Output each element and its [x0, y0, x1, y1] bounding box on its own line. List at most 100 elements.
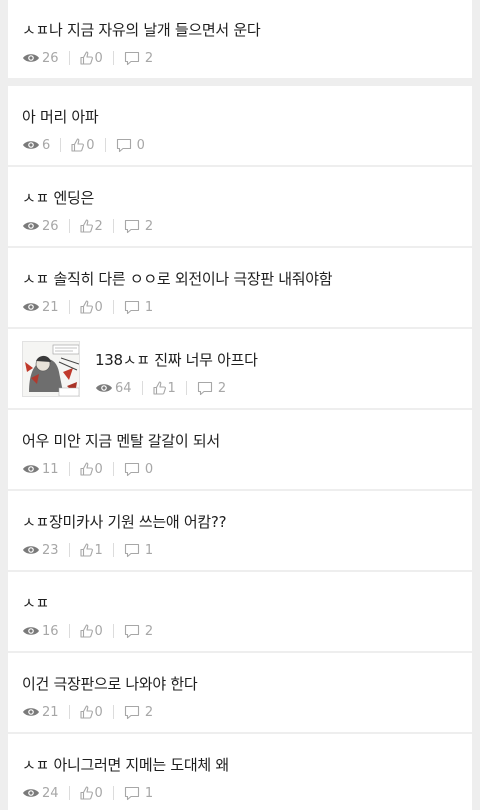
- post-stats: 11 0 0: [22, 460, 153, 478]
- comment-count-value: 2: [144, 704, 154, 720]
- post-title[interactable]: 138ㅅㅍ 진짜 너무 아프다: [95, 349, 258, 370]
- comment-count[interactable]: 1: [124, 543, 153, 558]
- like-count[interactable]: 0: [71, 138, 95, 153]
- view-count: 23: [22, 543, 59, 558]
- thumbs-up-icon: [79, 624, 93, 638]
- post-thumbnail-image[interactable]: [22, 341, 80, 397]
- stat-divider: [68, 462, 70, 476]
- post-item[interactable]: 아 머리 아파 6 0 0: [8, 86, 472, 165]
- stat-divider: [141, 381, 143, 395]
- like-count[interactable]: 2: [79, 218, 103, 234]
- stat-divider: [68, 705, 70, 719]
- comment-count[interactable]: 2: [124, 624, 153, 639]
- post-item[interactable]: ㅅㅍ나 지금 자유의 날개 들으면서 운다 26 0 2: [8, 0, 472, 78]
- stat-divider: [112, 462, 114, 476]
- view-count: 21: [22, 300, 59, 315]
- view-count-value: 21: [42, 299, 59, 315]
- view-count-value: 64: [115, 380, 132, 396]
- post-title[interactable]: 어우 미안 지금 멘탈 갈갈이 되서: [22, 430, 220, 451]
- post-stats: 26 2 2: [22, 217, 153, 235]
- post-item[interactable]: ㅅㅍ 엔딩은 26 2 2: [8, 167, 472, 246]
- post-item[interactable]: ㅅㅍ 16 0 2: [8, 572, 472, 651]
- comment-count[interactable]: 2: [124, 51, 153, 66]
- comment-count-value: 1: [144, 785, 154, 801]
- post-list: ㅅㅍ나 지금 자유의 날개 들으면서 운다 26 0 2 아 머리 아파 6 0…: [0, 0, 480, 810]
- post-title[interactable]: ㅅㅍ나 지금 자유의 날개 들으면서 운다: [22, 19, 261, 40]
- like-count[interactable]: 0: [79, 786, 103, 801]
- comment-icon: [124, 786, 139, 800]
- post-title[interactable]: ㅅㅍ장미카사 기원 쓰는애 어캄??: [22, 511, 227, 532]
- post-stats: 16 0 2: [22, 622, 153, 640]
- post-title[interactable]: ㅅㅍ: [22, 592, 49, 613]
- view-count-value: 24: [42, 785, 59, 801]
- like-count[interactable]: 0: [79, 624, 103, 639]
- post-stats: 26 0 2: [22, 49, 153, 67]
- stat-divider: [68, 543, 70, 557]
- comment-count[interactable]: 0: [124, 462, 153, 477]
- like-count[interactable]: 0: [79, 462, 103, 477]
- eye-icon: [23, 546, 39, 554]
- view-count-value: 11: [42, 461, 59, 477]
- comment-count[interactable]: 0: [116, 138, 145, 153]
- thumbs-up-icon: [71, 138, 85, 152]
- stat-divider: [68, 300, 70, 314]
- comment-count-value: 0: [144, 461, 154, 477]
- comment-icon: [124, 462, 139, 476]
- post-item[interactable]: 이건 극장판으로 나와야 한다 21 0 2: [8, 653, 472, 732]
- post-item[interactable]: 어우 미안 지금 멘탈 갈갈이 되서 11 0 0: [8, 410, 472, 489]
- like-count[interactable]: 0: [79, 705, 103, 720]
- view-count-value: 26: [42, 218, 59, 234]
- comment-count[interactable]: 2: [124, 219, 153, 234]
- post-item[interactable]: ㅅㅍ장미카사 기원 쓰는애 어캄?? 23 1 1: [8, 491, 472, 570]
- comment-count[interactable]: 1: [124, 300, 153, 315]
- post-stats: 21 0 2: [22, 703, 153, 721]
- comment-icon: [124, 705, 139, 719]
- stat-divider: [68, 624, 70, 638]
- like-count[interactable]: 0: [79, 299, 103, 315]
- like-count-value: 2: [94, 218, 103, 234]
- comment-count[interactable]: 2: [197, 381, 226, 396]
- eye-icon: [23, 465, 39, 473]
- thumbs-up-icon: [79, 300, 93, 314]
- comment-count[interactable]: 1: [124, 786, 153, 801]
- post-title[interactable]: ㅅㅍ 엔딩은: [22, 187, 94, 208]
- thumbs-up-icon: [79, 51, 93, 65]
- comment-count-value: 0: [136, 137, 145, 153]
- stat-divider: [68, 219, 70, 233]
- eye-icon: [23, 141, 39, 149]
- post-title[interactable]: 아 머리 아파: [22, 106, 99, 127]
- post-stats: 24 0 1: [22, 784, 153, 802]
- post-title[interactable]: 이건 극장판으로 나와야 한다: [22, 673, 198, 694]
- like-count-value: 0: [94, 299, 103, 315]
- view-count: 64: [95, 381, 132, 396]
- stat-divider: [68, 51, 70, 65]
- view-count: 21: [22, 705, 59, 720]
- thumbs-up-icon: [79, 462, 93, 476]
- comment-icon: [124, 51, 139, 65]
- comment-count[interactable]: 2: [124, 705, 153, 720]
- post-title[interactable]: ㅅㅍ 아니그러면 지메는 도대체 왜: [22, 754, 229, 775]
- like-count[interactable]: 1: [79, 543, 103, 558]
- stat-divider: [68, 786, 70, 800]
- comment-icon: [124, 300, 139, 314]
- comment-icon: [124, 219, 139, 233]
- eye-icon: [23, 708, 39, 716]
- post-item[interactable]: ㅅㅍ 솔직히 다른 ㅇㅇ로 외전이나 극장판 내줘야함 21 0 1: [8, 248, 472, 327]
- stat-divider: [112, 543, 114, 557]
- eye-icon: [96, 384, 112, 392]
- post-item[interactable]: 138ㅅㅍ 진짜 너무 아프다 64 1 2: [8, 329, 472, 408]
- post-item[interactable]: ㅅㅍ 아니그러면 지메는 도대체 왜 24 0 1: [8, 734, 472, 810]
- like-count[interactable]: 1: [152, 381, 176, 396]
- post-stats: 21 0 1: [22, 298, 153, 316]
- stat-divider: [104, 138, 106, 152]
- like-count[interactable]: 0: [79, 51, 103, 66]
- comment-icon: [124, 624, 139, 638]
- eye-icon: [23, 54, 39, 62]
- stat-divider: [185, 381, 187, 395]
- eye-icon: [23, 627, 39, 635]
- post-stats: 23 1 1: [22, 541, 153, 559]
- comment-count-value: 2: [144, 50, 154, 66]
- view-count-value: 26: [42, 50, 59, 66]
- stat-divider: [112, 300, 114, 314]
- post-title[interactable]: ㅅㅍ 솔직히 다른 ㅇㅇ로 외전이나 극장판 내줘야함: [22, 268, 333, 289]
